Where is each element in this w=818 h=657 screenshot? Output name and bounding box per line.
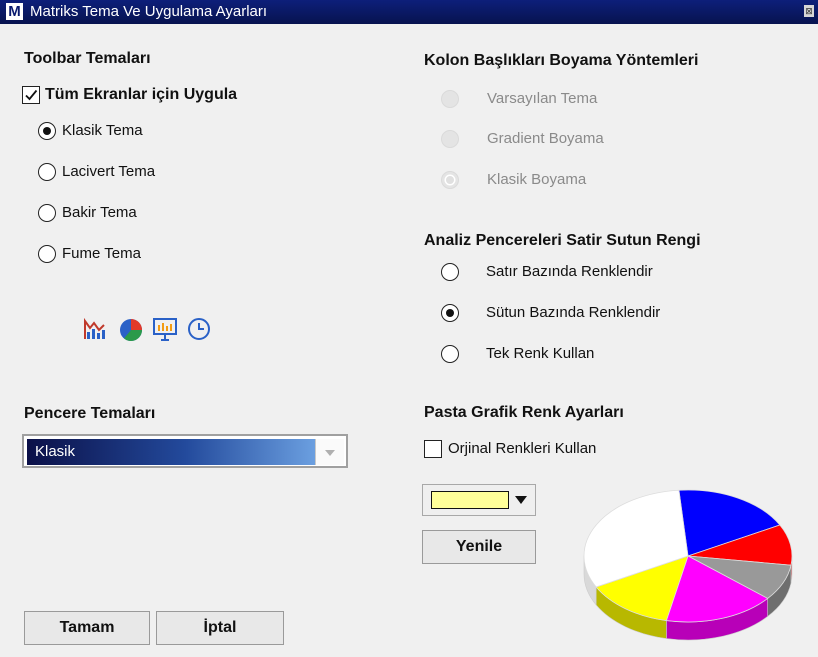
bar-chart-icon (84, 317, 105, 339)
radio-sutun-bazinda[interactable] (441, 304, 459, 322)
window-theme-value: Klasik (35, 443, 76, 460)
radio-varsayilan-tema (441, 90, 459, 108)
radio-klasik-tema[interactable] (38, 122, 56, 140)
clock-icon (188, 318, 210, 340)
radio-label-lacivert-tema: Lacivert Tema (62, 163, 156, 180)
presentation-icon (153, 318, 177, 341)
toolbar-themes-heading: Toolbar Temaları (24, 50, 151, 67)
radio-tek-renk[interactable] (441, 345, 459, 363)
window-theme-select[interactable]: Klasik (22, 434, 348, 468)
radio-label-gradient-boyama: Gradient Boyama (487, 130, 604, 147)
radio-gradient-boyama (441, 130, 459, 148)
ok-button[interactable]: Tamam (24, 611, 150, 645)
window-themes-heading: Pencere Temaları (24, 405, 156, 422)
radio-bakir-tema[interactable] (38, 204, 56, 222)
chevron-down-icon[interactable] (315, 439, 344, 465)
close-button[interactable]: ⊠ (804, 5, 814, 17)
radio-fume-tema[interactable] (38, 245, 56, 263)
radio-label-bakir-tema: Bakir Tema (62, 204, 137, 221)
radio-label-tek-renk: Tek Renk Kullan (486, 345, 595, 362)
pie-chart-icon (120, 319, 143, 342)
radio-label-varsayilan-tema: Varsayılan Tema (487, 90, 598, 107)
title-bar: M Matriks Tema Ve Uygulama Ayarları ⊠ (0, 0, 818, 24)
radio-label-sutun-bazinda: Sütun Bazında Renklendir (486, 304, 661, 321)
pie-settings-heading: Pasta Grafik Renk Ayarları (424, 404, 624, 421)
apply-all-checkbox[interactable] (22, 86, 40, 104)
original-colors-label: Orjinal Renkleri Kullan (448, 440, 597, 457)
radio-label-satir-bazinda: Satır Bazında Renklendir (486, 263, 653, 280)
radio-label-fume-tema: Fume Tema (62, 245, 141, 262)
radio-label-klasik-tema: Klasik Tema (62, 122, 143, 139)
pie-preview-top (583, 489, 793, 623)
radio-satir-bazinda[interactable] (441, 263, 459, 281)
original-colors-checkbox[interactable] (424, 440, 442, 458)
apply-all-label: Tüm Ekranlar için Uygula (45, 86, 238, 103)
checkmark-icon (25, 89, 38, 101)
radio-lacivert-tema[interactable] (38, 163, 56, 181)
cancel-button[interactable]: İptal (156, 611, 284, 645)
dropdown-arrow-icon (515, 496, 527, 504)
window-theme-field[interactable]: Klasik (27, 439, 315, 465)
column-headers-heading: Kolon Başlıkları Boyama Yöntemleri (424, 52, 699, 69)
window-title: Matriks Tema Ve Uygulama Ayarları (30, 3, 268, 20)
color-swatch (431, 491, 509, 509)
radio-label-klasik-boyama: Klasik Boyama (487, 171, 587, 188)
app-logo: M (6, 3, 23, 20)
analysis-windows-heading: Analiz Pencereleri Satir Sutun Rengi (424, 232, 701, 249)
refresh-button[interactable]: Yenile (422, 530, 536, 564)
pie-color-picker[interactable] (422, 484, 536, 516)
pie-preview (583, 489, 793, 641)
radio-klasik-boyama (441, 171, 459, 189)
